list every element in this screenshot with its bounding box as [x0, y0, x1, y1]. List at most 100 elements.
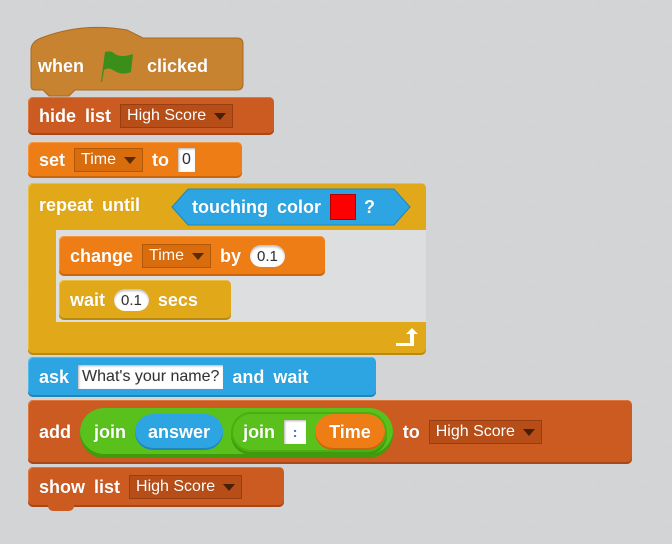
grid-plus-mark: [596, 324, 603, 331]
grid-plus-mark: [573, 284, 580, 291]
grid-plus-mark: [665, 444, 672, 451]
grid-plus-mark: [527, 204, 534, 211]
grid-plus-mark: [665, 44, 672, 51]
block-text: join: [94, 421, 127, 442]
wait-seconds-input[interactable]: 0.1: [114, 289, 149, 311]
grid-plus-mark: [619, 524, 626, 531]
wait-block[interactable]: wait 0.1 secs: [59, 280, 231, 320]
add-to-list-block[interactable]: add join answer join : Time to High Scor…: [28, 400, 632, 464]
grid-plus-mark: [596, 84, 603, 91]
grid-plus-mark: [665, 124, 672, 131]
question-input[interactable]: What's your name?: [78, 365, 224, 389]
time-variable-reporter[interactable]: Time: [315, 414, 385, 450]
grid-plus-mark: [435, 364, 442, 371]
hide-list-block[interactable]: hide list High Score: [28, 97, 274, 135]
grid-plus-mark: [90, 4, 97, 11]
grid-plus-mark: [619, 124, 626, 131]
dropdown-arrow-icon: [214, 112, 227, 120]
list-dropdown[interactable]: High Score: [129, 475, 243, 499]
grid-plus-mark: [504, 84, 511, 91]
grid-plus-mark: [21, 444, 28, 451]
grid-plus-mark: [619, 204, 626, 211]
grid-plus-mark: [527, 124, 534, 131]
block-text: touching: [192, 196, 268, 217]
grid-plus-mark: [642, 484, 649, 491]
grid-plus-mark: [481, 364, 488, 371]
grid-plus-mark: [366, 164, 373, 171]
block-text: change: [70, 245, 134, 266]
grid-plus-mark: [550, 244, 557, 251]
change-variable-block[interactable]: change Time by 0.1: [59, 236, 325, 276]
block-text: set: [39, 149, 66, 170]
color-swatch[interactable]: [330, 194, 356, 220]
loop-arrow-icon: [396, 328, 418, 346]
grid-plus-mark: [274, 164, 281, 171]
grid-plus-mark: [21, 124, 28, 131]
grid-plus-mark: [0, 484, 5, 491]
grid-plus-mark: [343, 124, 350, 131]
grid-plus-mark: [366, 4, 373, 11]
grid-plus-mark: [21, 204, 28, 211]
change-amount-input[interactable]: 0.1: [250, 245, 285, 267]
dropdown-arrow-icon: [123, 156, 136, 164]
grid-plus-mark: [596, 4, 603, 11]
dropdown-arrow-icon: [522, 428, 535, 436]
grid-plus-mark: [527, 44, 534, 51]
set-value-input[interactable]: 0: [177, 148, 195, 172]
grid-plus-mark: [205, 524, 212, 531]
dropdown-value: High Score: [435, 423, 515, 440]
grid-plus-mark: [67, 524, 74, 531]
grid-plus-mark: [458, 484, 465, 491]
grid-plus-mark: [228, 4, 235, 11]
separator-input[interactable]: :: [284, 420, 307, 444]
join-outer-block[interactable]: join answer join : Time: [80, 408, 393, 456]
grid-plus-mark: [0, 164, 5, 171]
grid-plus-mark: [113, 524, 120, 531]
grid-plus-mark: [458, 244, 465, 251]
grid-plus-mark: [458, 324, 465, 331]
grid-plus-mark: [504, 324, 511, 331]
grid-plus-mark: [251, 524, 258, 531]
grid-plus-mark: [251, 44, 258, 51]
grid-plus-mark: [435, 284, 442, 291]
grid-plus-mark: [458, 164, 465, 171]
dropdown-value: High Score: [136, 478, 216, 495]
grid-plus-mark: [44, 4, 51, 11]
block-text: and: [232, 366, 265, 387]
grid-plus-mark: [550, 164, 557, 171]
grid-plus-mark: [389, 364, 396, 371]
grid-plus-mark: [527, 524, 534, 531]
grid-plus-mark: [159, 524, 166, 531]
grid-plus-mark: [504, 244, 511, 251]
list-dropdown[interactable]: High Score: [428, 420, 542, 444]
grid-plus-mark: [481, 124, 488, 131]
dropdown-arrow-icon: [223, 483, 236, 491]
join-inner-block[interactable]: join : Time: [231, 412, 387, 452]
set-variable-block[interactable]: set Time to 0: [28, 142, 242, 178]
grid-plus-mark: [412, 84, 419, 91]
touching-color-block[interactable]: touching color ?: [182, 189, 402, 225]
block-text: secs: [157, 289, 198, 310]
ask-and-wait-block[interactable]: ask What's your name? and wait: [28, 357, 376, 397]
grid-plus-mark: [481, 524, 488, 531]
grid-plus-mark: [412, 484, 419, 491]
grid-plus-mark: [527, 364, 534, 371]
list-dropdown[interactable]: High Score: [120, 104, 234, 128]
grid-plus-mark: [435, 204, 442, 211]
grid-plus-mark: [504, 484, 511, 491]
block-text: to: [402, 421, 420, 442]
grid-plus-mark: [596, 244, 603, 251]
dropdown-value: Time: [149, 247, 184, 264]
block-text: ask: [39, 366, 70, 387]
block-text: wait: [273, 366, 309, 387]
when-flag-clicked-block[interactable]: when clicked: [27, 44, 243, 88]
answer-reporter[interactable]: answer: [135, 414, 224, 450]
grid-plus-mark: [550, 4, 557, 11]
grid-plus-mark: [481, 44, 488, 51]
grid-plus-mark: [297, 524, 304, 531]
block-text: hide: [39, 105, 77, 126]
show-list-block[interactable]: show list High Score: [28, 467, 284, 507]
block-text: ?: [364, 196, 375, 217]
variable-dropdown[interactable]: Time: [74, 148, 143, 172]
variable-dropdown[interactable]: Time: [142, 244, 211, 268]
